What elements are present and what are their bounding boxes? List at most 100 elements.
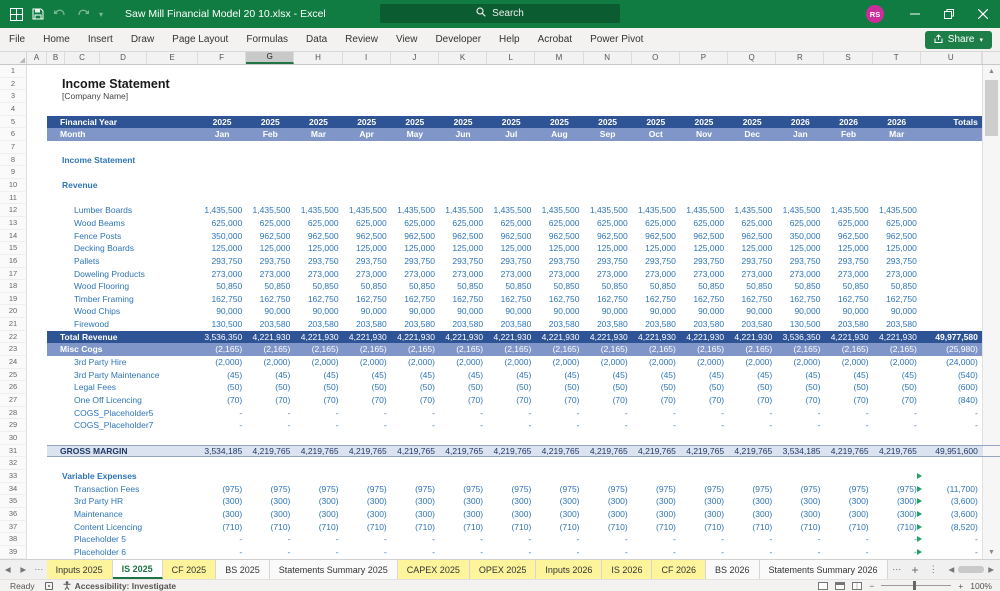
row-number-22[interactable]: 22 (0, 330, 27, 344)
row-number-30[interactable]: 30 (0, 432, 27, 445)
cell[interactable]: 125,000 (535, 242, 583, 255)
cell[interactable]: Mar (294, 128, 343, 141)
row-label[interactable]: Income Statement (27, 77, 198, 91)
cell[interactable]: (70) (680, 394, 728, 407)
cell[interactable]: (70) (824, 394, 872, 407)
cell[interactable]: (70) (198, 394, 246, 407)
cell[interactable] (776, 141, 824, 154)
cell[interactable]: (2,000) (873, 356, 921, 369)
sheet-tab-inputs-2025[interactable]: Inputs 2025 (46, 560, 113, 579)
select-all-corner[interactable]: ◢ (0, 52, 27, 64)
cell[interactable] (535, 90, 583, 103)
cell[interactable] (391, 141, 439, 154)
cell[interactable] (487, 154, 535, 167)
cell[interactable]: - (294, 419, 342, 432)
cell[interactable]: 50,850 (873, 280, 921, 293)
cell[interactable] (776, 154, 824, 167)
cell[interactable]: (2,000) (824, 356, 872, 369)
cell[interactable] (680, 166, 728, 179)
cell[interactable]: (300) (391, 508, 439, 521)
cell[interactable]: (45) (294, 369, 342, 382)
cell-total[interactable]: - (921, 407, 982, 420)
cell[interactable] (584, 90, 632, 103)
cell[interactable]: - (776, 546, 824, 559)
cell[interactable]: (50) (294, 381, 342, 394)
avatar[interactable]: RS (866, 5, 884, 23)
cell-total[interactable]: (840) (921, 394, 982, 407)
cell[interactable]: 625,000 (294, 217, 342, 230)
cell[interactable]: (45) (343, 369, 391, 382)
cell[interactable]: 162,750 (584, 293, 632, 306)
cell[interactable]: 350,000 (776, 230, 824, 243)
cell[interactable]: 962,500 (294, 230, 342, 243)
cell[interactable] (439, 78, 487, 91)
restore-button[interactable] (932, 0, 966, 28)
cell[interactable]: 203,580 (584, 318, 632, 331)
cell-total[interactable] (921, 192, 982, 205)
cell[interactable] (728, 103, 776, 116)
cell[interactable] (391, 470, 439, 483)
cell[interactable] (535, 154, 583, 167)
cell[interactable]: (710) (487, 521, 535, 534)
cell[interactable]: 962,500 (824, 230, 872, 243)
cell-total[interactable] (921, 242, 982, 255)
cell[interactable]: 2025 (342, 115, 391, 129)
horizontal-scroll-thumb[interactable] (958, 566, 985, 573)
row-number-11[interactable]: 11 (0, 191, 27, 205)
cell[interactable]: 625,000 (776, 217, 824, 230)
cell[interactable] (246, 192, 294, 205)
row-number-17[interactable]: 17 (0, 267, 27, 281)
cell[interactable]: (300) (584, 495, 632, 508)
ribbon-tab-developer[interactable]: Developer (426, 28, 490, 51)
cell[interactable]: (300) (680, 508, 728, 521)
cell[interactable] (198, 166, 246, 179)
cell[interactable]: 4,221,930 (390, 330, 439, 344)
column-header-E[interactable]: E (147, 52, 198, 64)
cell[interactable]: (300) (391, 495, 439, 508)
cell[interactable]: (2,000) (632, 356, 680, 369)
cell[interactable]: - (439, 533, 487, 546)
cell[interactable]: (45) (873, 369, 921, 382)
cell-total[interactable] (921, 166, 982, 179)
row-label[interactable]: [Company Name] (27, 90, 198, 103)
zoom-slider[interactable] (881, 581, 952, 590)
row-number-10[interactable]: 10 (0, 178, 27, 192)
cell[interactable]: 4,221,930 (487, 330, 536, 344)
cell[interactable]: (2,165) (246, 343, 295, 357)
cell[interactable] (680, 432, 728, 445)
cell[interactable]: 3,534,185 (776, 444, 825, 458)
cell[interactable]: - (824, 419, 872, 432)
cell[interactable] (584, 457, 632, 470)
cell[interactable]: 625,000 (584, 217, 632, 230)
cell[interactable]: 4,221,930 (728, 330, 777, 344)
cell[interactable] (584, 154, 632, 167)
cell[interactable]: - (680, 407, 728, 420)
cell[interactable]: 162,750 (535, 293, 583, 306)
cell[interactable]: - (535, 546, 583, 559)
row-number-23[interactable]: 23 (0, 343, 27, 357)
cell[interactable]: Jan (198, 128, 247, 141)
cell[interactable]: (50) (439, 381, 487, 394)
row-number-9[interactable]: 9 (0, 166, 27, 179)
row-label[interactable]: Legal Fees (27, 381, 198, 394)
cell[interactable]: 2026 (776, 115, 825, 129)
cell[interactable]: 4,219,765 (535, 444, 584, 458)
cell-total[interactable] (921, 179, 982, 192)
row-number-4[interactable]: 4 (0, 102, 27, 116)
cell[interactable]: (2,165) (198, 343, 247, 357)
cell[interactable]: May (390, 128, 439, 141)
cell[interactable] (776, 103, 824, 116)
cell[interactable]: - (246, 546, 294, 559)
row-number-5[interactable]: 5 (0, 115, 27, 129)
row-label[interactable]: Misc Cogs (27, 343, 198, 357)
cell[interactable]: 162,750 (246, 293, 294, 306)
cell[interactable]: 162,750 (776, 293, 824, 306)
cell[interactable]: (2,165) (294, 343, 343, 357)
cell[interactable] (873, 166, 921, 179)
cell[interactable]: - (246, 533, 294, 546)
column-header-A[interactable]: A (27, 52, 47, 64)
cell[interactable]: 125,000 (680, 242, 728, 255)
row-number-29[interactable]: 29 (0, 419, 27, 433)
cell[interactable]: 962,500 (632, 230, 680, 243)
cell[interactable] (487, 457, 535, 470)
